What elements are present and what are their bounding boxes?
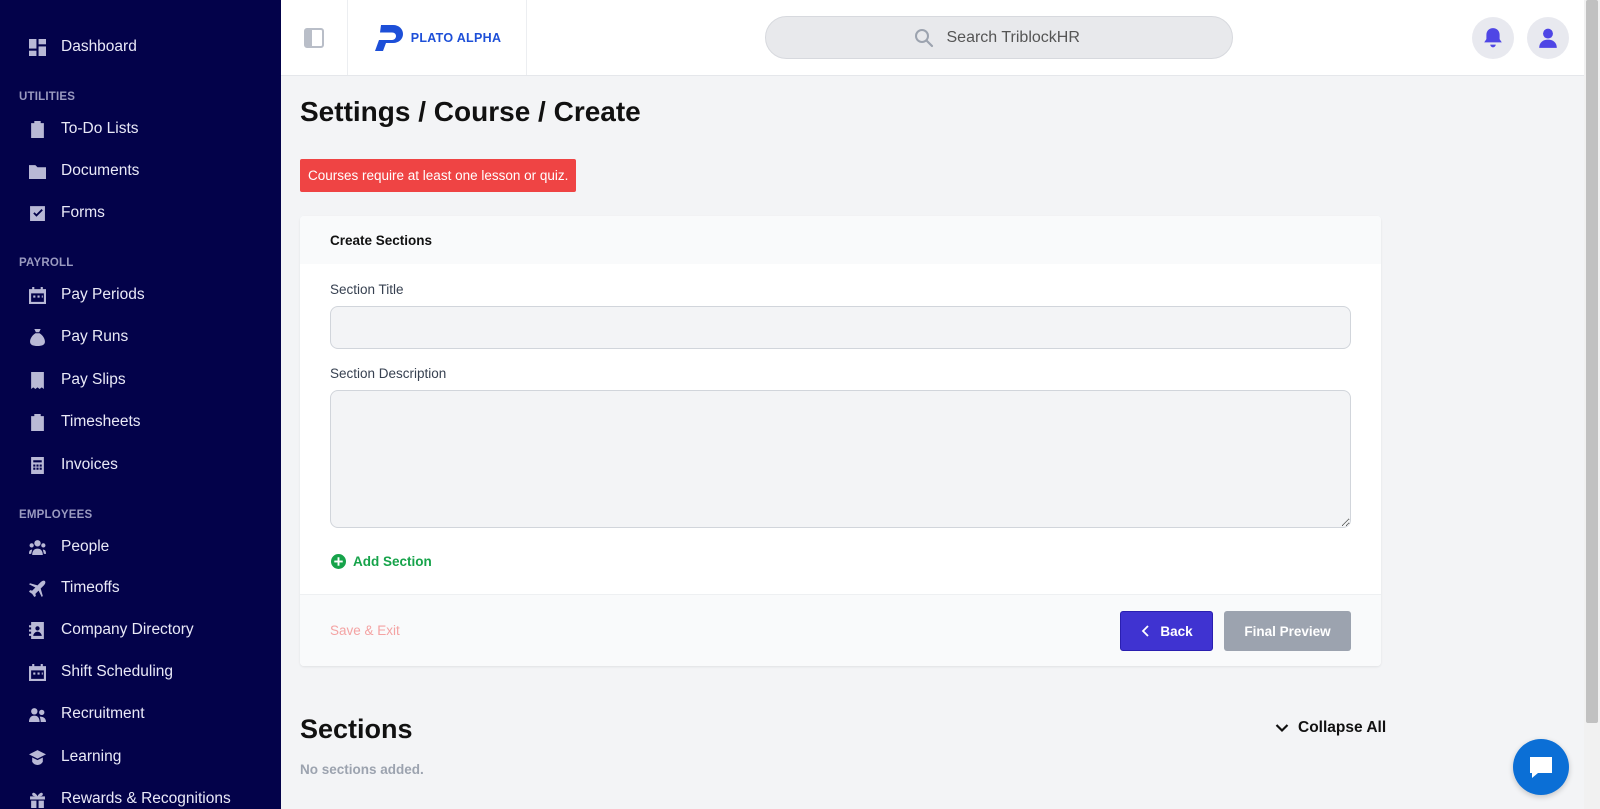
sidebar-item-pay-slips[interactable]: Pay Slips: [0, 363, 281, 397]
final-preview-button[interactable]: Final Preview: [1224, 611, 1351, 651]
card-footer: Save & Exit Back Final Preview: [300, 594, 1381, 666]
top-bar: PLATO ALPHA: [281, 0, 1584, 76]
collapse-all-label: Collapse All: [1298, 719, 1387, 736]
back-button[interactable]: Back: [1120, 611, 1213, 651]
sidebar-item-pay-runs[interactable]: Pay Runs: [0, 320, 281, 354]
section-description-textarea[interactable]: [330, 390, 1351, 528]
sidebar-item-pay-periods[interactable]: Pay Periods: [0, 278, 281, 312]
sidebar-item-recruitment[interactable]: Recruitment: [0, 697, 281, 731]
card-heading: Create Sections: [300, 216, 1381, 264]
search-icon: [914, 28, 933, 47]
sidebar-item-label: To-Do Lists: [61, 120, 139, 137]
save-exit-button[interactable]: Save & Exit: [330, 623, 400, 638]
sidebar-item-rewards[interactable]: Rewards & Recognitions: [0, 782, 281, 809]
create-sections-card: Create Sections Section Title Section De…: [300, 216, 1381, 666]
sidebar-item-todo-lists[interactable]: To-Do Lists: [0, 112, 281, 146]
recruitment-icon: [28, 705, 46, 723]
section-title-label: Section Title: [330, 282, 404, 297]
sidebar-item-dashboard[interactable]: Dashboard: [0, 30, 281, 64]
people-icon: [28, 538, 46, 556]
calendar-icon: [28, 286, 46, 304]
sidebar-item-label: Pay Runs: [61, 328, 129, 345]
error-alert: Courses require at least one lesson or q…: [300, 159, 577, 192]
notifications-button[interactable]: [1472, 17, 1514, 59]
empty-sections-message: No sections added.: [300, 762, 424, 777]
receipt-icon: [28, 371, 46, 389]
page-title: Settings / Course / Create: [300, 96, 641, 127]
clipboard-icon: [28, 120, 46, 138]
money-bag-icon: [28, 328, 46, 346]
sidebar-item-label: Rewards & Recognitions: [61, 790, 231, 807]
sidebar-item-label: Documents: [61, 162, 140, 179]
add-section-label: Add Section: [353, 554, 432, 569]
collapse-all-button[interactable]: Collapse All: [1275, 719, 1386, 737]
back-label: Back: [1160, 623, 1193, 639]
sidebar-item-label: Timesheets: [61, 413, 141, 430]
bell-icon: [1484, 28, 1502, 48]
sidebar-toggle-button[interactable]: [281, 0, 348, 75]
directory-icon: [28, 621, 46, 639]
section-description-label: Section Description: [330, 366, 447, 381]
sidebar-item-shift-scheduling[interactable]: Shift Scheduling: [0, 655, 281, 689]
plus-circle-icon: [331, 554, 346, 569]
logo[interactable]: PLATO ALPHA: [348, 0, 527, 75]
graduation-cap-icon: [28, 748, 46, 766]
chevron-left-icon: [1142, 625, 1149, 637]
sidebar-item-label: Recruitment: [61, 705, 145, 722]
sidebar-item-label: Timeoffs: [61, 579, 120, 596]
user-avatar-button[interactable]: [1527, 17, 1569, 59]
sidebar-item-label: Forms: [61, 204, 105, 221]
sidebar-item-label: Dashboard: [61, 38, 137, 55]
logo-text: PLATO ALPHA: [410, 30, 502, 45]
search-input[interactable]: [944, 27, 1085, 48]
sidebar-item-label: Shift Scheduling: [61, 663, 174, 680]
sections-heading: Sections: [300, 714, 413, 744]
sidebar-item-timeoffs[interactable]: Timeoffs: [0, 571, 281, 605]
sidebar-item-invoices[interactable]: Invoices: [0, 448, 281, 482]
sidebar-item-documents[interactable]: Documents: [0, 154, 281, 188]
chevron-down-icon: [1275, 724, 1289, 733]
sidebar-item-label: Company Directory: [61, 621, 194, 638]
plane-icon: [28, 579, 46, 597]
section-heading-utilities: UTILITIES: [19, 91, 76, 103]
plato-logo-icon: [374, 24, 403, 51]
section-title-input[interactable]: [330, 306, 1351, 349]
sidebar-item-people[interactable]: People: [0, 530, 281, 564]
gift-icon: [28, 790, 46, 808]
sidebar-item-label: Learning: [61, 748, 122, 765]
add-section-button[interactable]: Add Section: [331, 554, 432, 569]
invoice-icon: [28, 456, 46, 474]
calendar-icon: [28, 663, 46, 681]
user-icon: [1539, 28, 1557, 48]
section-heading-payroll: PAYROLL: [19, 257, 74, 269]
sidebar-item-label: People: [61, 538, 110, 555]
clipboard-list-icon: [28, 413, 46, 431]
sidebar-item-company-directory[interactable]: Company Directory: [0, 613, 281, 647]
sidebar-item-label: Invoices: [61, 456, 118, 473]
sidebar-item-learning[interactable]: Learning: [0, 740, 281, 774]
sidebar-item-timesheets[interactable]: Timesheets: [0, 405, 281, 439]
chat-icon: [1530, 757, 1552, 778]
scrollbar-thumb[interactable]: [1586, 0, 1598, 723]
search-bar[interactable]: [765, 16, 1233, 59]
sidebar-item-forms[interactable]: Forms: [0, 196, 281, 230]
chat-launcher-button[interactable]: [1513, 739, 1569, 795]
sidebar-item-label: Pay Slips: [61, 371, 126, 388]
sidebar-item-label: Pay Periods: [61, 286, 145, 303]
checkbox-icon: [28, 204, 46, 222]
sidebar: Dashboard UTILITIES To-Do Lists Document…: [0, 0, 281, 809]
folder-icon: [28, 162, 46, 180]
sidebar-toggle-icon: [304, 27, 324, 48]
section-heading-employees: EMPLOYEES: [19, 509, 93, 521]
dashboard-icon: [28, 38, 46, 56]
